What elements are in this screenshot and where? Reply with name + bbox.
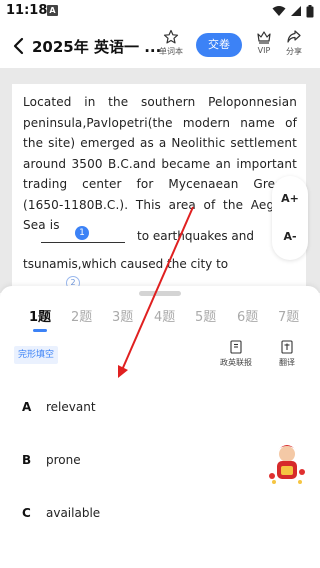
option-letter: C bbox=[22, 506, 31, 520]
passage-card: Located in the southern Peloponnesian pe… bbox=[12, 84, 306, 294]
status-icons bbox=[272, 4, 314, 18]
option-text: available bbox=[46, 506, 101, 520]
share-icon bbox=[287, 30, 301, 43]
wordbook-label: 单词本 bbox=[159, 47, 183, 56]
option-a[interactable]: A relevant bbox=[0, 388, 320, 428]
battery-icon bbox=[306, 4, 314, 17]
tab-question-5[interactable]: 5题 bbox=[195, 306, 216, 325]
dictionary-icon bbox=[230, 340, 242, 354]
blank-1-line[interactable] bbox=[41, 242, 125, 243]
option-letter: A bbox=[22, 400, 32, 414]
translate-icon bbox=[281, 340, 293, 354]
question-sheet: 1题 2题 3题 4题 5题 6题 7题 完形填空 政英联报 翻译 A rele… bbox=[0, 286, 320, 568]
translate-button[interactable]: 翻译 bbox=[274, 340, 300, 368]
wordbook-button[interactable]: 单词本 bbox=[155, 29, 187, 65]
translate-label: 翻译 bbox=[279, 358, 295, 367]
option-letter: B bbox=[22, 453, 32, 467]
vip-button[interactable]: VIP bbox=[249, 29, 279, 65]
passage-after-blank: to earthquakes and bbox=[137, 229, 254, 243]
submit-button[interactable]: 交卷 bbox=[196, 33, 242, 57]
status-bar: 11:18 A bbox=[0, 0, 320, 24]
option-text: prone bbox=[46, 453, 81, 467]
blank-1-marker[interactable]: 1 bbox=[75, 226, 89, 240]
status-time: 11:18 bbox=[6, 3, 48, 18]
share-label: 分享 bbox=[286, 47, 302, 56]
top-app-bar: 2025年 英语一 ... 单词本 VIP 分享 bbox=[0, 24, 320, 68]
share-button[interactable]: 分享 bbox=[279, 29, 309, 65]
option-c[interactable]: C available bbox=[0, 494, 320, 534]
option-text: relevant bbox=[46, 400, 96, 414]
question-tabs: 1题 2题 3题 4题 5题 6题 7题 bbox=[0, 306, 320, 332]
tab-question-6[interactable]: 6题 bbox=[237, 306, 258, 325]
tab-question-1[interactable]: 1题 bbox=[29, 306, 51, 325]
vip-crown-icon bbox=[257, 31, 271, 44]
font-decrease-button[interactable]: A- bbox=[272, 230, 308, 243]
passage-text: Located in the southern Peloponnesian pe… bbox=[23, 95, 297, 232]
blank-row: 1 to earthquakes and bbox=[23, 226, 297, 246]
page-title: 2025年 英语一 ... bbox=[32, 38, 162, 56]
mascot-icon[interactable] bbox=[266, 442, 308, 486]
vip-label: VIP bbox=[257, 46, 271, 55]
passage-last-line: tsunamis,which caused the city to bbox=[23, 257, 229, 271]
tab-question-7[interactable]: 7题 bbox=[278, 306, 299, 325]
dictionary-label: 政英联报 bbox=[220, 358, 252, 367]
star-icon bbox=[163, 29, 179, 44]
back-icon[interactable] bbox=[10, 36, 28, 56]
tab-question-4[interactable]: 4题 bbox=[154, 306, 175, 325]
signal-icon bbox=[291, 6, 301, 16]
active-tab-indicator bbox=[33, 329, 47, 332]
sheet-drag-handle[interactable] bbox=[139, 291, 181, 296]
dictionary-button[interactable]: 政英联报 bbox=[216, 340, 256, 368]
tab-question-2[interactable]: 2题 bbox=[71, 306, 92, 325]
font-size-controls: A+ A- bbox=[272, 176, 308, 260]
question-type-badge: 完形填空 bbox=[14, 346, 59, 364]
notification-icon: A bbox=[47, 5, 58, 16]
tab-question-3[interactable]: 3题 bbox=[112, 306, 133, 325]
font-increase-button[interactable]: A+ bbox=[272, 192, 308, 205]
wifi-icon bbox=[272, 6, 286, 16]
